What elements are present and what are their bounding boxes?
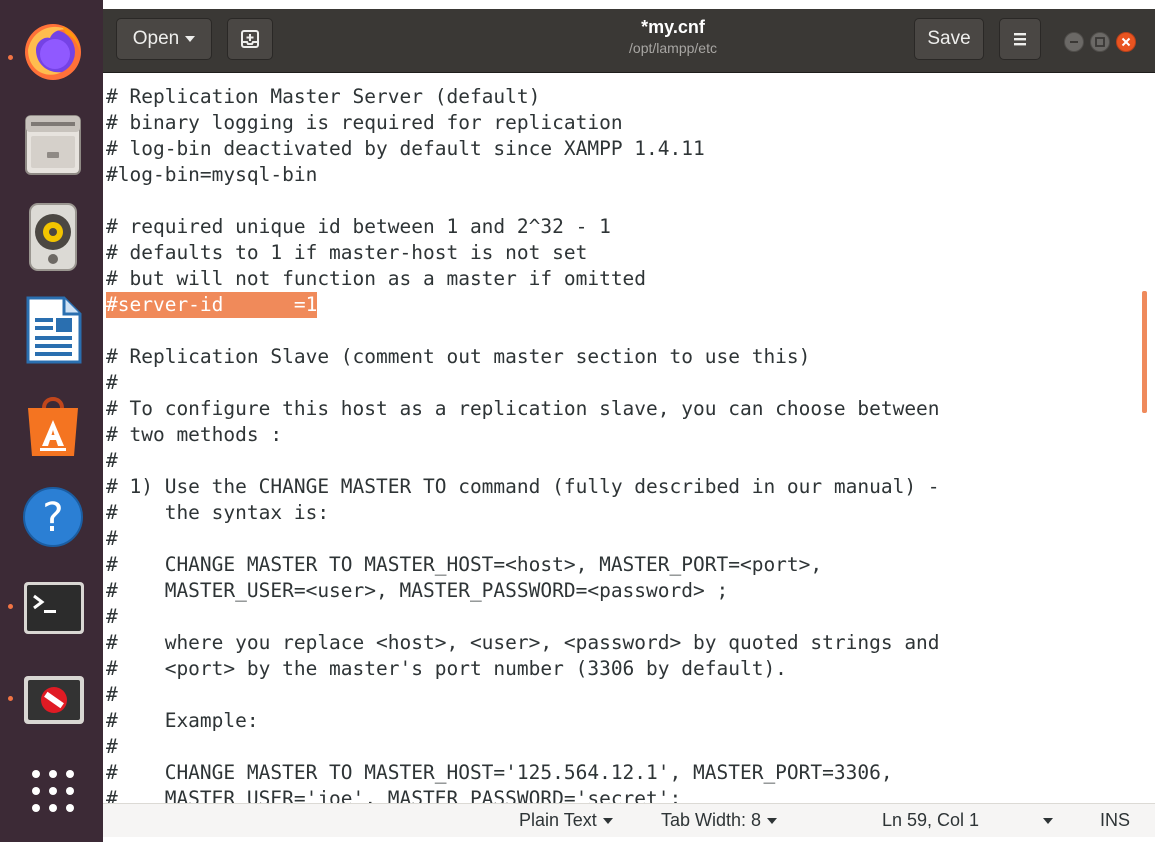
dock-item-files[interactable] — [0, 106, 103, 186]
editor-line: # CHANGE MASTER TO MASTER_HOST='125.564.… — [106, 761, 893, 784]
open-label: Open — [132, 28, 180, 49]
save-label: Save — [927, 28, 971, 49]
minimize-icon — [1070, 41, 1078, 43]
title-box: *my.cnf /opt/lampp/etc — [523, 16, 823, 58]
tab-width-selector[interactable]: Tab Width: 8 — [661, 810, 778, 831]
text-editor[interactable]: # Replication Master Server (default) # b… — [103, 73, 1155, 803]
menu-button[interactable] — [999, 18, 1041, 60]
editor-line: # — [106, 735, 118, 758]
dock-item-rhythmbox[interactable] — [0, 196, 103, 276]
help-icon: ? — [23, 487, 83, 547]
editor-line: # — [106, 449, 118, 472]
editor-line: # binary logging is required for replica… — [106, 111, 623, 134]
minimize-button[interactable] — [1064, 32, 1084, 52]
cursor-position-label: Ln 59, Col 1 — [882, 810, 980, 830]
show-applications-icon — [32, 770, 74, 812]
editor-line: #server-id =1 — [106, 292, 318, 318]
editor-line: # where you replace <host>, <user>, <pas… — [106, 631, 940, 654]
document-title: *my.cnf — [641, 17, 705, 37]
dock-item-help[interactable]: ? — [0, 480, 103, 560]
dock-item-firefox[interactable] — [0, 18, 103, 98]
dock-item-writer[interactable] — [0, 290, 103, 370]
status-bar: Plain Text Tab Width: 8 Ln 59, Col 1 INS — [103, 803, 1155, 837]
chevron-down-icon — [602, 818, 613, 825]
insert-mode-indicator[interactable]: INS — [1100, 810, 1130, 831]
editor-line: # CHANGE MASTER TO MASTER_HOST=<host>, M… — [106, 553, 823, 576]
editor-line: #log-bin=mysql-bin — [106, 163, 318, 186]
open-button[interactable]: Open — [116, 18, 212, 60]
document-path: /opt/lampp/etc — [629, 40, 717, 56]
chevron-down-icon — [1043, 818, 1053, 825]
editor-line: # — [106, 605, 118, 628]
editor-line: # two methods : — [106, 423, 283, 446]
unknown-app-icon — [24, 676, 84, 724]
dock: ? — [0, 0, 103, 842]
editor-line: # <port> by the master's port number (33… — [106, 657, 787, 680]
dock-item-terminal[interactable] — [0, 572, 103, 652]
running-indicator — [8, 696, 13, 701]
rhythmbox-icon — [29, 203, 77, 271]
maximize-icon — [1095, 37, 1105, 47]
save-button[interactable]: Save — [914, 18, 984, 60]
editor-line: # — [106, 371, 118, 394]
chevron-down-icon — [185, 36, 196, 42]
libreoffice-writer-icon — [26, 296, 82, 364]
editor-line: # 1) Use the CHANGE MASTER TO command (f… — [106, 475, 940, 498]
dock-item-app[interactable] — [0, 666, 103, 746]
editor-line: # MASTER_USER=<user>, MASTER_PASSWORD=<p… — [106, 579, 729, 602]
chevron-down-icon — [767, 818, 778, 825]
insert-mode-label: INS — [1100, 810, 1131, 830]
cursor-position[interactable]: Ln 59, Col 1 — [882, 810, 979, 831]
editor-line: # Example: — [106, 709, 259, 732]
firefox-icon — [25, 24, 81, 80]
language-selector[interactable]: Plain Text — [519, 810, 613, 831]
editor-line: # defaults to 1 if master-host is not se… — [106, 241, 588, 264]
dock-item-software[interactable] — [0, 388, 103, 468]
header-bar: Open *my.cnf /opt/lampp/etc Save — [103, 9, 1155, 73]
editor-line: # To configure this host as a replicatio… — [106, 397, 940, 420]
tab-width-label: Tab Width: 8 — [661, 810, 762, 830]
dock-item-show-apps[interactable] — [0, 752, 103, 832]
editor-line: # but will not function as a master if o… — [106, 267, 647, 290]
new-document-icon — [241, 30, 259, 48]
language-label: Plain Text — [519, 810, 597, 830]
svg-text:?: ? — [42, 495, 63, 541]
maximize-button[interactable] — [1090, 32, 1110, 52]
running-indicator — [8, 604, 13, 609]
editor-line: # the syntax is: — [106, 501, 330, 524]
hamburger-menu-icon — [1014, 33, 1026, 46]
position-menu-button[interactable] — [1043, 810, 1053, 831]
editor-line: # Replication Master Server (default) — [106, 85, 541, 108]
scrollbar-indicator[interactable] — [1142, 291, 1147, 413]
terminal-icon — [24, 582, 84, 634]
close-button[interactable] — [1116, 32, 1136, 52]
editor-line: # MASTER_USER='joe', MASTER_PASSWORD='se… — [106, 787, 682, 803]
ubuntu-software-icon — [28, 397, 78, 456]
editor-line: # — [106, 527, 118, 550]
new-document-button[interactable] — [227, 18, 273, 60]
files-icon — [25, 115, 81, 175]
editor-line: # Replication Slave (comment out master … — [106, 345, 811, 368]
editor-line: # log-bin deactivated by default since X… — [106, 137, 705, 160]
close-icon — [1121, 37, 1131, 47]
editor-line: # — [106, 683, 118, 706]
editor-line: # required unique id between 1 and 2^32 … — [106, 215, 611, 238]
running-indicator — [8, 55, 13, 60]
